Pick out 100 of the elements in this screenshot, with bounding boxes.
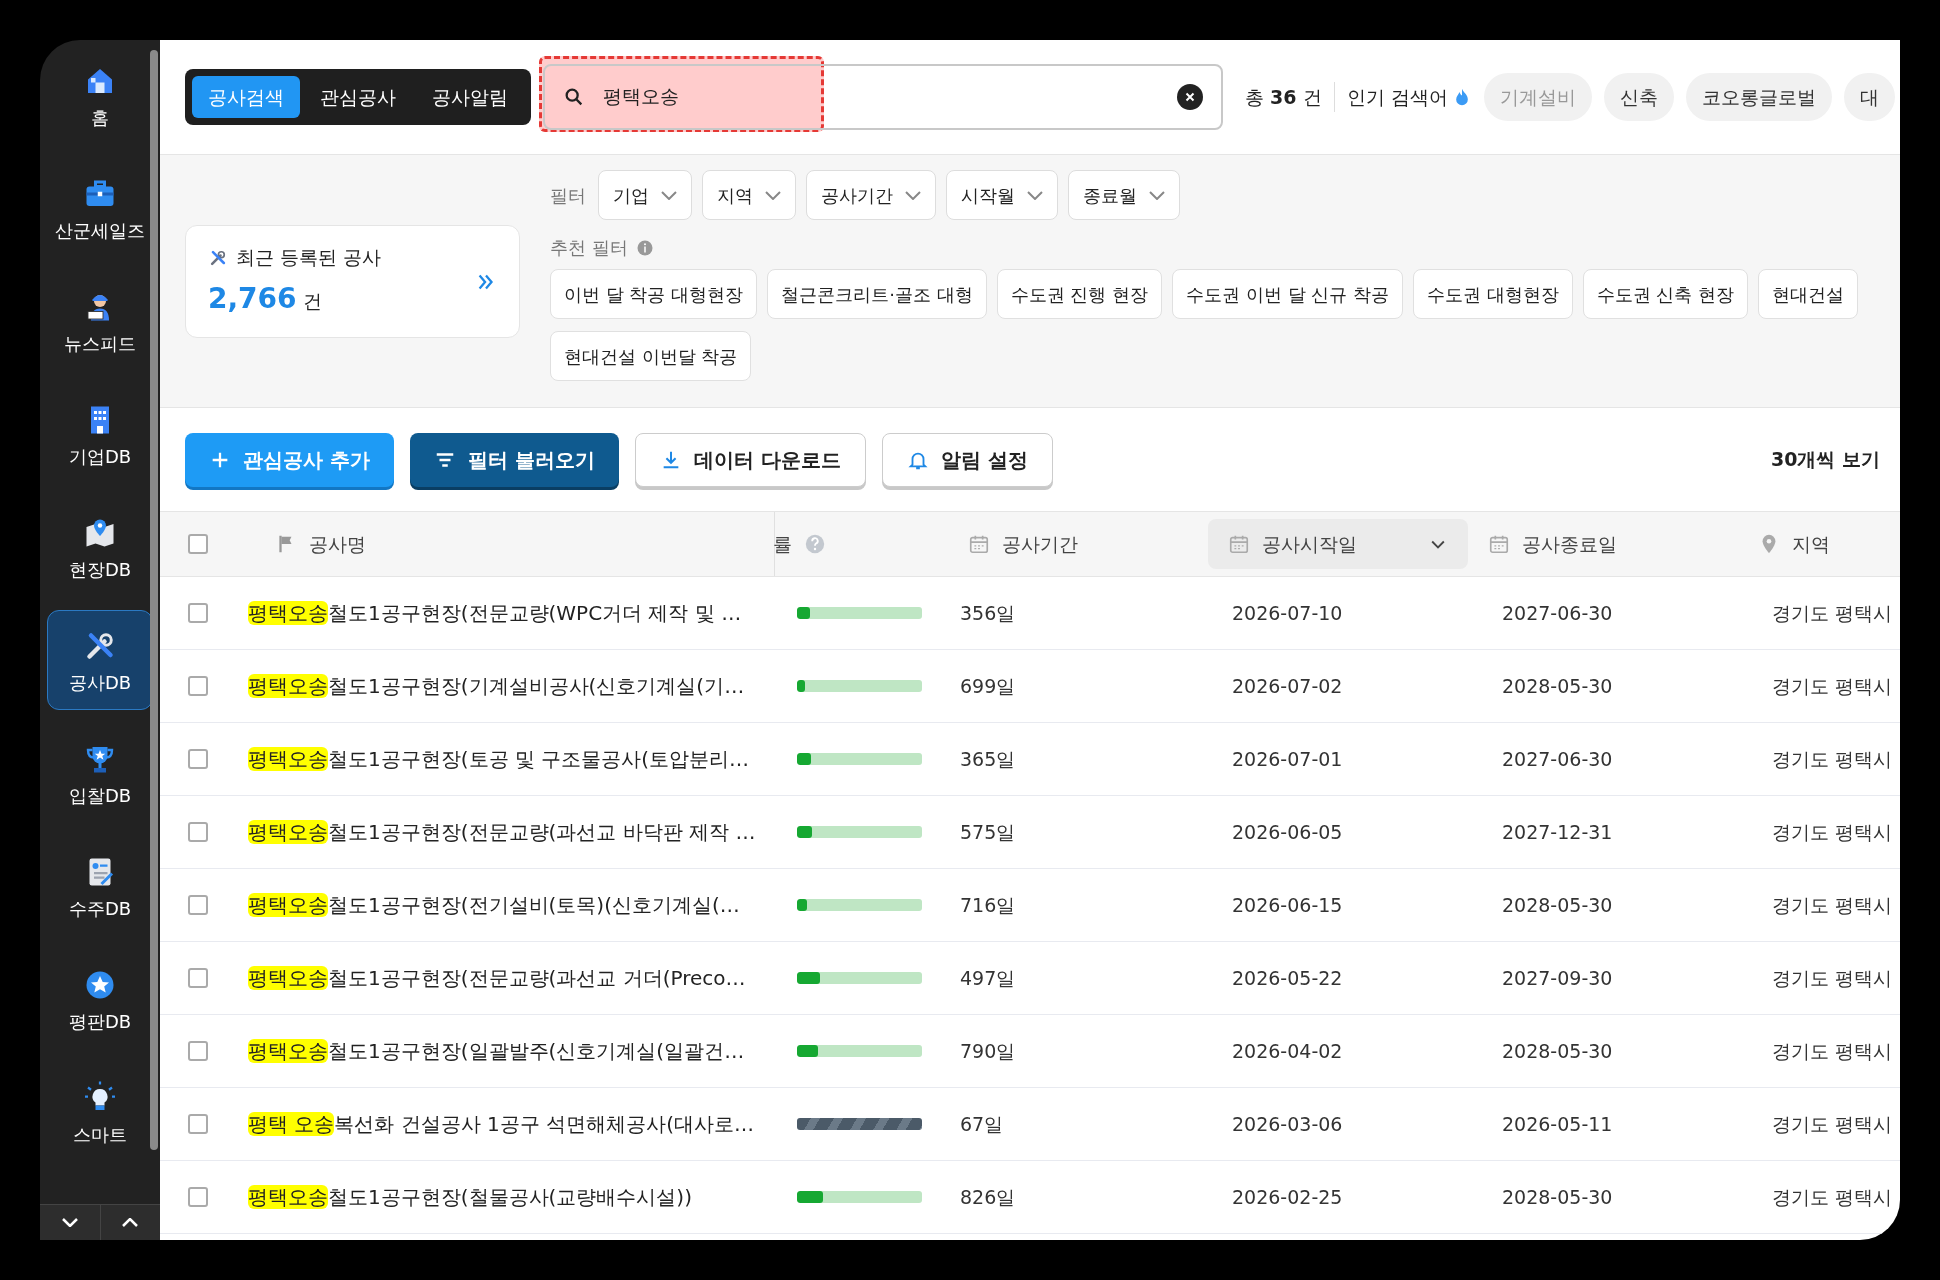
start-date-cell: 2026-05-22 [1232,966,1343,989]
region-cell: 경기도 평택시 [1772,966,1893,989]
chevron-down-icon [765,190,781,200]
filter-dropdown[interactable]: 공사기간 [806,170,936,220]
end-date-cell: 2027-06-30 [1502,747,1613,770]
checkbox[interactable] [187,749,208,769]
filter-chip[interactable]: 수도권 이번 달 신규 착공 [1172,269,1403,319]
chevron-down-icon [661,190,677,200]
card-unit: 건 [302,288,322,314]
search-icon [563,86,585,108]
project-name[interactable]: 평택오송철도1공구현장(전문교량(과선교 거더(Preco… [225,963,775,993]
project-name[interactable]: 평택오송철도1공구현장(전문교량(과선교 바닥판 제작 … [225,817,775,847]
filter-dropdown[interactable]: 지역 [702,170,796,220]
column-header[interactable]: 공사기간 [948,512,1198,576]
keyword-chip[interactable]: 신축 [1603,73,1674,121]
search-field[interactable]: 평택오송 [543,64,1223,130]
end-date-cell: 2026-05-11 [1502,1112,1613,1135]
project-name[interactable]: 평택오송철도1공구현장(철물공사(교량배수시설)) [225,1182,775,1212]
checkbox[interactable] [187,1041,208,1061]
region-cell: 경기도 평택시 [1772,893,1893,916]
filter-chip[interactable]: 수도권 대형현장 [1412,269,1573,319]
column-header[interactable]: 공사명 [225,512,775,576]
filter-chip[interactable]: 수도권 진행 현장 [996,269,1163,319]
column-header[interactable]: 지역 [1738,512,1900,576]
result-count: 총 36 건 [1245,84,1322,110]
filter-dropdown[interactable]: 종료월 [1068,170,1180,220]
popular-label: 인기 검색어 [1346,84,1448,110]
page-size-button[interactable]: 30개씩 보기 [1770,445,1880,474]
checkbox[interactable] [187,603,208,623]
checkbox[interactable] [187,534,208,554]
project-name[interactable]: 평택오송철도1공구현장(토공 및 구조물공사(토압분리… [225,744,775,774]
start-date-cell: 2026-04-02 [1232,1039,1343,1062]
chevron-down-icon [1027,190,1043,200]
duration-cell: 699일 [960,674,1016,697]
recommended-label: 추천 필터 [550,236,628,260]
filter-label: 필터 [550,183,586,208]
region-cell: 경기도 평택시 [1772,674,1893,697]
action-button[interactable]: 데이터 다운로드 [634,432,866,487]
checkbox[interactable] [187,1187,208,1207]
filter-dropdown[interactable]: 기업 [598,170,692,220]
column-header[interactable]: 률 [773,512,948,576]
project-name[interactable]: 평택오송철도1공구현장(일괄발주(신호기계실(일괄건… [225,1036,775,1066]
tab[interactable]: 관심공사 [304,76,412,118]
filter-chip[interactable]: 현대건설 [1758,269,1859,319]
recent-card[interactable]: 최근 등록된 공사 2,766 건 [185,225,520,338]
project-name[interactable]: 평택오송철도1공구현장(전기설비(토목)(신호기계실(… [225,890,775,920]
action-button[interactable]: 알림 설정 [881,432,1053,487]
end-date-cell: 2027-06-30 [1502,601,1613,624]
action-button[interactable]: 필터 불러오기 [409,432,619,487]
clear-button[interactable] [1177,84,1203,110]
duration-cell: 790일 [960,1039,1016,1062]
keyword-chip[interactable]: 코오롱글로벌 [1685,73,1832,121]
duration-cell: 575일 [960,820,1016,843]
start-date-cell: 2026-02-25 [1232,1185,1343,1208]
duration-cell: 67일 [960,1112,1004,1135]
card-count: 2,766 [208,280,297,317]
duration-cell: 356일 [960,601,1016,624]
checkbox[interactable] [187,968,208,988]
start-date-cell: 2026-07-02 [1232,674,1343,697]
region-cell: 경기도 평택시 [1772,820,1893,843]
duration-cell: 716일 [960,893,1016,916]
scrollbar[interactable] [150,50,158,1150]
checkbox[interactable] [187,895,208,915]
column-header[interactable]: 공사종료일 [1468,512,1738,576]
start-date-cell: 2026-06-05 [1232,820,1343,843]
start-date-cell: 2026-06-15 [1232,893,1343,916]
region-cell: 경기도 평택시 [1772,601,1893,624]
keyword-chip[interactable]: 대 [1843,73,1895,121]
filter-dropdown[interactable]: 시작월 [946,170,1058,220]
duration-cell: 826일 [960,1185,1016,1208]
end-date-cell: 2028-05-30 [1502,1185,1613,1208]
project-name[interactable]: 평택오송철도1공구현장(기계설비공사(신호기계실(기… [225,671,775,701]
duration-cell: 365일 [960,747,1016,770]
start-date-cell: 2026-07-01 [1232,747,1343,770]
chevron-down-icon [1149,190,1165,200]
end-date-cell: 2028-05-30 [1502,674,1613,697]
region-cell: 경기도 평택시 [1772,747,1893,770]
end-date-cell: 2028-05-30 [1502,1039,1613,1062]
start-date-cell: 2026-03-06 [1232,1112,1343,1135]
end-date-cell: 2027-09-30 [1502,966,1613,989]
end-date-cell: 2027-12-31 [1502,820,1613,843]
chevron-up-icon [122,1218,139,1227]
region-cell: 경기도 평택시 [1772,1185,1893,1208]
filter-chip[interactable]: 철근콘크리트·골조 대형 [767,269,987,319]
sidebar-item[interactable]: 스마트 [47,1062,153,1162]
filter-chip[interactable]: 현대건설 이번달 착공 [550,331,752,381]
filter-chip[interactable]: 수도권 신축 현장 [1582,269,1749,319]
checkbox[interactable] [187,1114,208,1134]
checkbox[interactable] [187,676,208,696]
region-cell: 경기도 평택시 [1772,1039,1893,1062]
duration-cell: 497일 [960,966,1016,989]
tab[interactable]: 공사알림 [416,76,524,118]
filter-chip[interactable]: 이번 달 착공 대형현장 [550,269,758,319]
info-icon [635,238,654,257]
calendar-icon [1228,533,1250,555]
project-name[interactable]: 평택오송철도1공구현장(전문교량(WPC거더 제작 및 … [225,598,775,628]
checkbox[interactable] [187,822,208,842]
sidebar-item[interactable]: 공사DB [47,610,153,710]
region-cell: 경기도 평택시 [1772,1112,1893,1135]
project-name[interactable]: 평택 오송복선화 건설공사 1공구 석면해체공사(대사로… [225,1109,775,1139]
